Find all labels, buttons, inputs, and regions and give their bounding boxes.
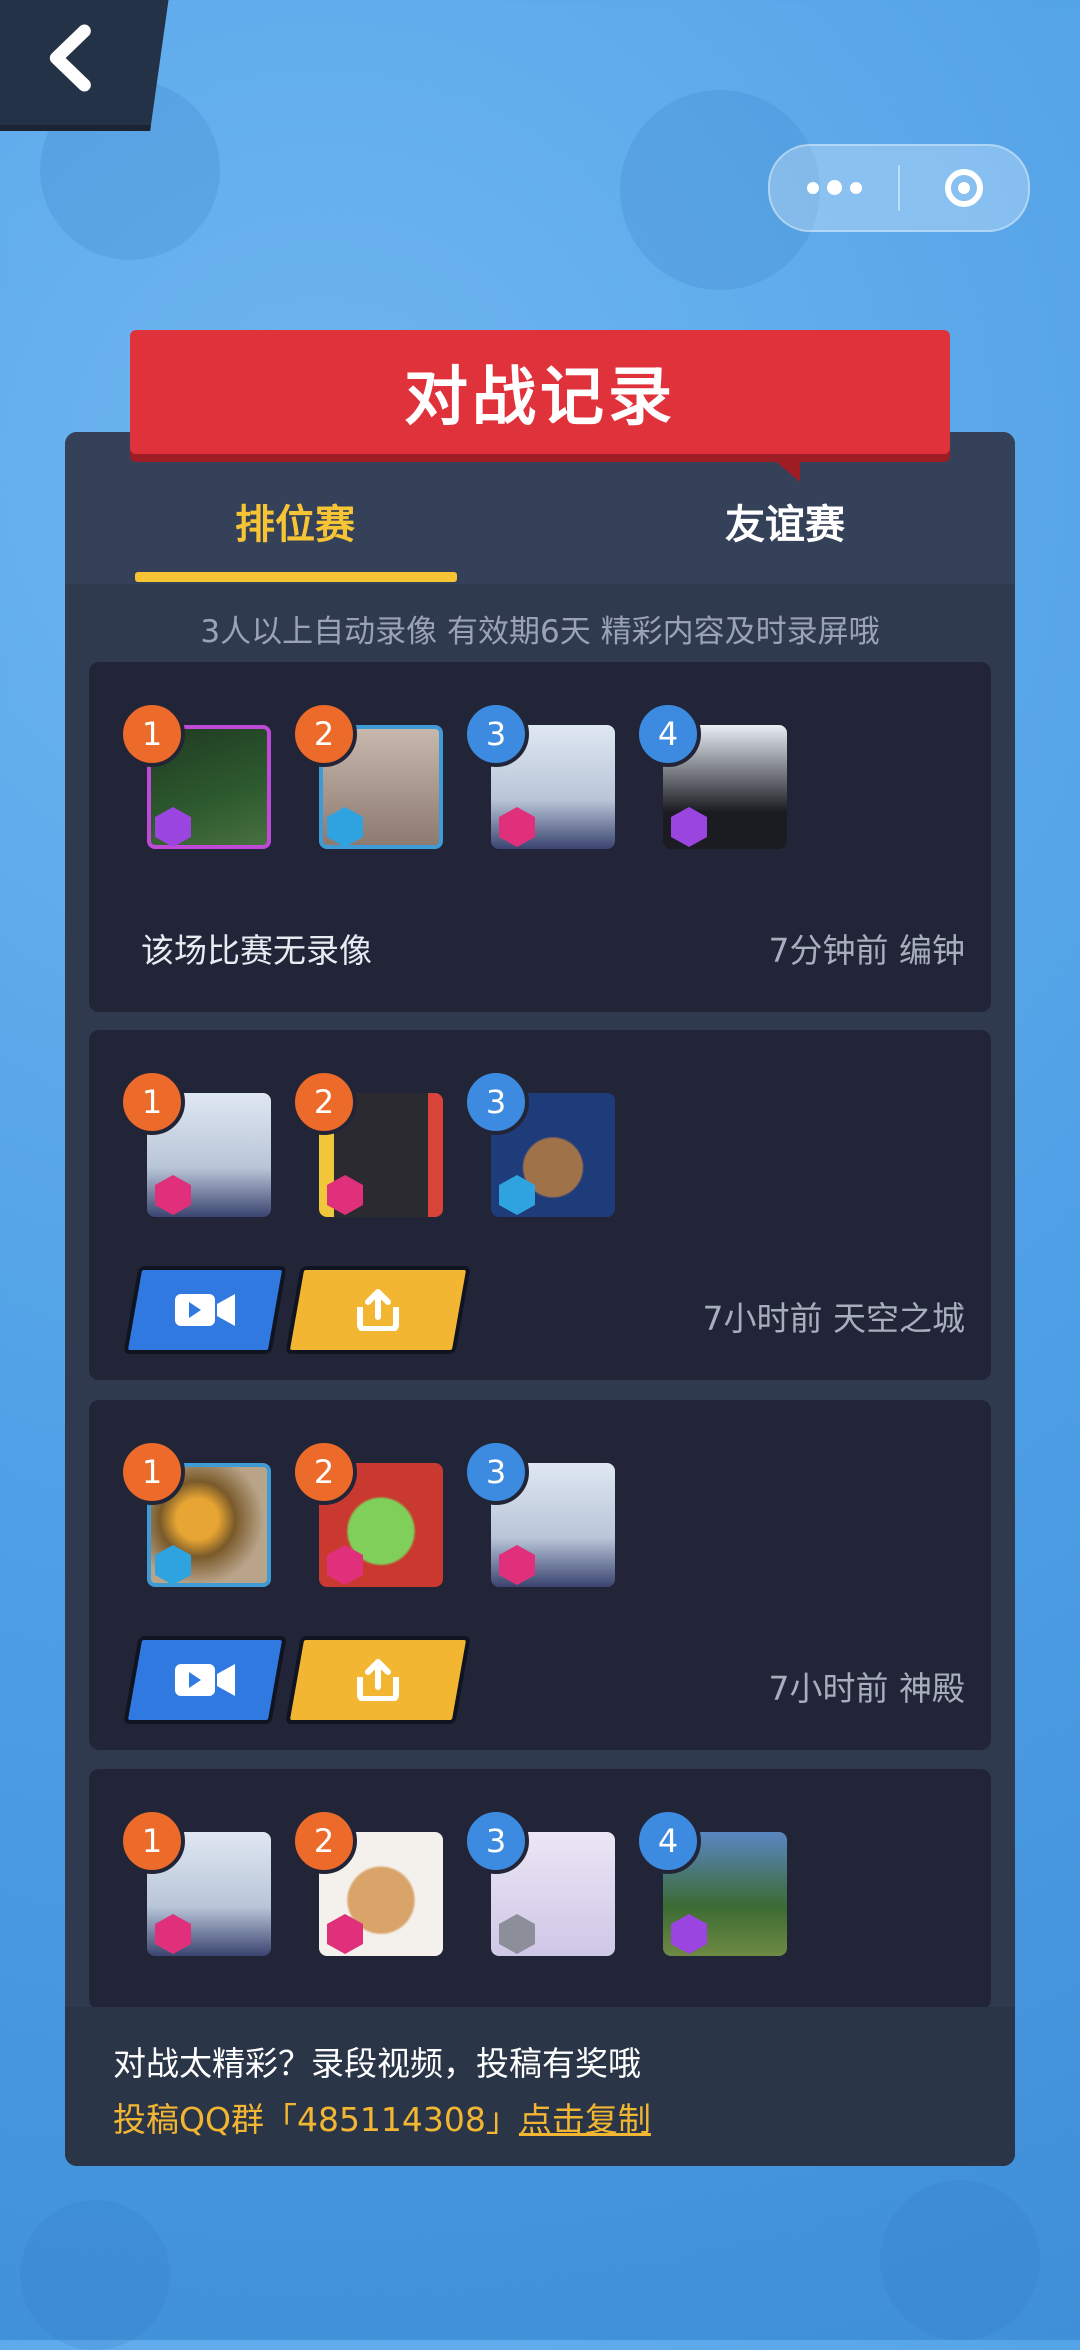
recording-hint: 3人以上自动录像 有效期6天 精彩内容及时录屏哦 bbox=[200, 614, 880, 650]
video-camera-icon bbox=[175, 1664, 235, 1696]
background-decoration bbox=[20, 2200, 170, 2350]
rank-badge: 1 bbox=[119, 1069, 185, 1135]
copy-link[interactable]: 点击复制 bbox=[519, 2100, 651, 2139]
share-upload-icon bbox=[357, 1289, 399, 1331]
match-card: 1 2 3 4 bbox=[89, 1769, 991, 2009]
rank-badge: 1 bbox=[119, 701, 185, 767]
more-button[interactable] bbox=[770, 146, 898, 230]
rank-badge: 2 bbox=[291, 1069, 357, 1135]
rank-badge: 3 bbox=[463, 701, 529, 767]
player-avatar[interactable]: 3 bbox=[463, 1808, 623, 1964]
submission-footer: 对战太精彩？录段视频，投稿有奖哦 投稿QQ群「485114308」点击复制 bbox=[65, 2007, 1015, 2166]
share-button[interactable] bbox=[285, 1636, 471, 1724]
rank-badge: 2 bbox=[291, 701, 357, 767]
match-card: 1 2 3 4 该场比赛无录像 7分钟前 编钟 bbox=[89, 662, 991, 1012]
qq-group-text: 投稿QQ群「485114308」 bbox=[113, 2100, 519, 2139]
active-tab-indicator bbox=[135, 572, 457, 582]
close-miniprogram-button[interactable] bbox=[900, 146, 1028, 230]
share-upload-icon bbox=[357, 1659, 399, 1701]
battle-record-panel: 排位赛 友谊赛 3人以上自动录像 有效期6天 精彩内容及时录屏哦 1 2 3 4… bbox=[65, 432, 1015, 2166]
match-card: 1 2 3 7小时前 天空之城 bbox=[89, 1030, 991, 1380]
player-avatar[interactable]: 2 bbox=[291, 1439, 451, 1595]
page-title: 对战记录 bbox=[404, 361, 676, 435]
player-avatar[interactable]: 3 bbox=[463, 1439, 623, 1595]
share-button[interactable] bbox=[285, 1266, 471, 1354]
footer-promo-text: 对战太精彩？录段视频，投稿有奖哦 bbox=[113, 2044, 641, 2083]
rank-badge: 3 bbox=[463, 1439, 529, 1505]
watch-video-button[interactable] bbox=[123, 1266, 287, 1354]
match-time-map: 7分钟前 编钟 bbox=[768, 931, 966, 970]
match-card: 1 2 3 7小时前 神殿 bbox=[89, 1400, 991, 1750]
title-banner: 对战记录 bbox=[130, 330, 950, 454]
rank-badge: 4 bbox=[635, 701, 701, 767]
target-circle-icon bbox=[945, 169, 983, 207]
more-dots-icon bbox=[806, 179, 862, 195]
player-avatar[interactable]: 4 bbox=[635, 1808, 795, 1964]
background-decoration bbox=[880, 2180, 1040, 2340]
player-avatar[interactable]: 4 bbox=[635, 701, 795, 857]
rank-badge: 1 bbox=[119, 1439, 185, 1505]
player-avatar[interactable]: 1 bbox=[119, 1439, 279, 1595]
player-avatar[interactable]: 3 bbox=[463, 1069, 623, 1225]
player-avatar[interactable]: 1 bbox=[119, 701, 279, 857]
player-avatar[interactable]: 3 bbox=[463, 701, 623, 857]
video-camera-icon bbox=[175, 1294, 235, 1326]
player-avatar[interactable]: 2 bbox=[291, 1808, 451, 1964]
no-video-text: 该场比赛无录像 bbox=[141, 931, 372, 970]
chevron-left-icon bbox=[49, 24, 91, 91]
player-avatar[interactable]: 1 bbox=[119, 1808, 279, 1964]
player-avatar[interactable]: 2 bbox=[291, 1069, 451, 1225]
rank-badge: 1 bbox=[119, 1808, 185, 1874]
footer-qq-group: 投稿QQ群「485114308」点击复制 bbox=[113, 2093, 651, 2141]
match-time-map: 7小时前 神殿 bbox=[768, 1669, 966, 1708]
player-avatar[interactable]: 2 bbox=[291, 701, 451, 857]
tab-bar: 排位赛 友谊赛 bbox=[65, 432, 1015, 584]
rank-badge: 3 bbox=[463, 1808, 529, 1874]
watch-video-button[interactable] bbox=[123, 1636, 287, 1724]
tab-ranked[interactable]: 排位赛 bbox=[235, 492, 355, 550]
back-button[interactable] bbox=[0, 0, 170, 131]
player-avatar[interactable]: 1 bbox=[119, 1069, 279, 1225]
match-time-map: 7小时前 天空之城 bbox=[702, 1299, 966, 1338]
rank-badge: 2 bbox=[291, 1439, 357, 1505]
tab-friendly[interactable]: 友谊赛 bbox=[725, 492, 845, 550]
rank-badge: 4 bbox=[635, 1808, 701, 1874]
rank-badge: 3 bbox=[463, 1069, 529, 1135]
miniprogram-capsule bbox=[768, 144, 1030, 232]
rank-badge: 2 bbox=[291, 1808, 357, 1874]
